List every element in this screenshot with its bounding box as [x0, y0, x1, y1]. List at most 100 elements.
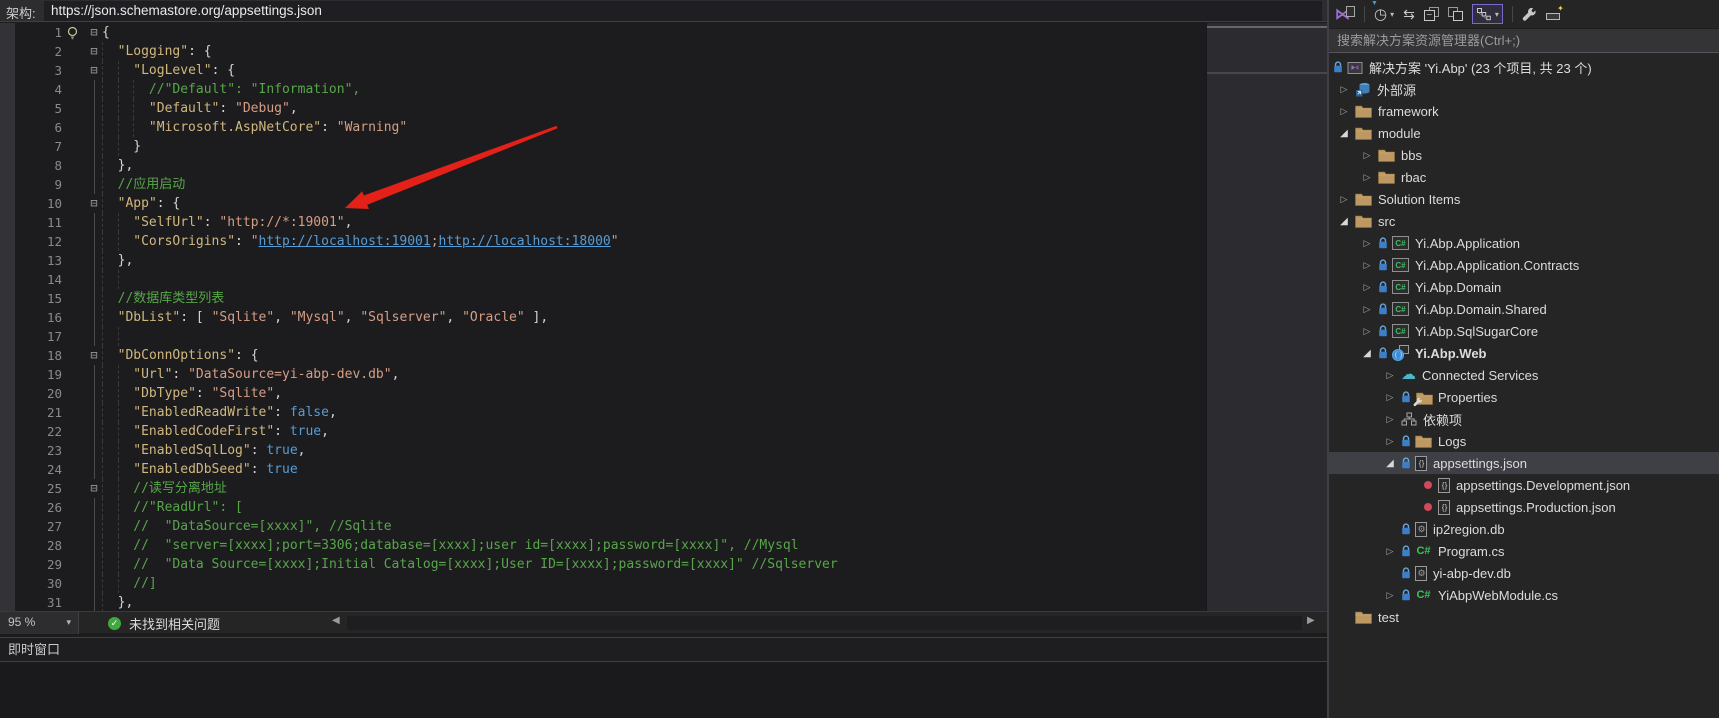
tree-item[interactable]: ▷Logs [1329, 430, 1719, 452]
code-editor[interactable]: 1⊟{2⊟"Logging": {3⊟"LogLevel": {4//"Defa… [0, 23, 1206, 612]
expander-icon[interactable]: ◢ [1337, 128, 1351, 139]
properties-window-icon[interactable]: ✦ [1546, 7, 1564, 21]
code-line[interactable]: 30//] [0, 574, 1206, 593]
code-line[interactable]: 7} [0, 137, 1206, 156]
code-line[interactable]: 6"Microsoft.AspNetCore": "Warning" [0, 118, 1206, 137]
fold-toggle-icon[interactable]: ⊟ [86, 479, 102, 498]
chevron-down-icon[interactable]: ▾ [1390, 10, 1394, 19]
tree-item[interactable]: ▷framework [1329, 100, 1719, 122]
tree-item[interactable]: ▷Properties [1329, 386, 1719, 408]
code-line[interactable]: 17 [0, 327, 1206, 346]
expander-icon[interactable]: ◢ [1360, 348, 1374, 359]
tree-item[interactable]: ▷C#Program.cs [1329, 540, 1719, 562]
expander-icon[interactable]: ▷ [1337, 194, 1351, 205]
code-line[interactable]: 25⊟//读写分离地址 [0, 479, 1206, 498]
pending-changes-filter-icon[interactable]: ◷▼▾ [1374, 5, 1394, 23]
code-line[interactable]: 8}, [0, 156, 1206, 175]
tree-item[interactable]: ▷Solution Items [1329, 188, 1719, 210]
code-line[interactable]: 16"DbList": [ "Sqlite", "Mysql", "Sqlser… [0, 308, 1206, 327]
code-line[interactable]: 3⊟"LogLevel": { [0, 61, 1206, 80]
tree-item[interactable]: ▷外部源 [1329, 78, 1719, 100]
code-line[interactable]: 5"Default": "Debug", [0, 99, 1206, 118]
code-line[interactable]: 10⊟"App": { [0, 194, 1206, 213]
expander-icon[interactable]: ▷ [1360, 282, 1374, 293]
expander-icon[interactable]: ◢ [1337, 216, 1351, 227]
tree-item[interactable]: ◢src [1329, 210, 1719, 232]
expander-icon[interactable]: ▷ [1360, 260, 1374, 271]
tree-item[interactable]: ▷依赖项 [1329, 408, 1719, 430]
expander-icon[interactable]: ▷ [1337, 106, 1351, 117]
code-line[interactable]: 14 [0, 270, 1206, 289]
expander-icon[interactable]: ▷ [1360, 238, 1374, 249]
tree-item[interactable]: ◢{ }appsettings.json [1329, 452, 1719, 474]
expander-icon[interactable]: ▷ [1360, 150, 1374, 161]
fold-toggle-icon[interactable]: ⊟ [86, 346, 102, 365]
code-line[interactable]: 22"EnabledCodeFirst": true, [0, 422, 1206, 441]
tree-item[interactable]: ▷C#Yi.Abp.Domain [1329, 276, 1719, 298]
file-nesting-icon[interactable]: ▾ [1472, 4, 1503, 24]
fold-toggle-icon[interactable]: ⊟ [86, 194, 102, 213]
code-line[interactable]: 15//数据库类型列表 [0, 289, 1206, 308]
expander-icon[interactable]: ▷ [1360, 172, 1374, 183]
tree-item[interactable]: ▷☁Connected Services [1329, 364, 1719, 386]
expander-icon[interactable]: ▷ [1337, 84, 1351, 95]
code-line[interactable]: 19"Url": "DataSource=yi-abp-dev.db", [0, 365, 1206, 384]
tree-item[interactable]: ▷C#Yi.Abp.SqlSugarCore [1329, 320, 1719, 342]
chevron-down-icon[interactable]: ▾ [1495, 10, 1499, 19]
tree-item[interactable]: ▷bbs [1329, 144, 1719, 166]
editor-scrollbar-map[interactable] [1206, 23, 1327, 612]
switch-views-icon[interactable]: ⋈ [1335, 5, 1355, 23]
tree-item[interactable]: ▷C#Yi.Abp.Application [1329, 232, 1719, 254]
preview-selected-items-icon[interactable] [1448, 7, 1463, 21]
code-line[interactable]: 13}, [0, 251, 1206, 270]
code-line[interactable]: 20"DbType": "Sqlite", [0, 384, 1206, 403]
code-line[interactable]: 11"SelfUrl": "http://*:19001", [0, 213, 1206, 232]
scroll-right-arrow-icon[interactable]: ▶ [1307, 615, 1315, 626]
zoom-control[interactable]: 95 % ▾ [0, 612, 79, 634]
tree-item[interactable]: ▷rbac [1329, 166, 1719, 188]
sync-with-active-document-icon[interactable]: ⇆ [1403, 6, 1415, 23]
code-line[interactable]: 9//应用启动 [0, 175, 1206, 194]
expander-icon[interactable]: ▷ [1360, 326, 1374, 337]
expander-icon[interactable]: ▷ [1383, 546, 1397, 557]
expander-icon[interactable]: ▷ [1383, 590, 1397, 601]
code-line[interactable]: 27// "DataSource=[xxxx]", //Sqlite [0, 517, 1206, 536]
code-line[interactable]: 2⊟"Logging": { [0, 42, 1206, 61]
tree-item[interactable]: { }appsettings.Production.json [1329, 496, 1719, 518]
tree-item[interactable]: ⚙ip2region.db [1329, 518, 1719, 540]
tree-item[interactable]: 解决方案 'Yi.Abp' (23 个项目, 共 23 个) [1329, 56, 1719, 78]
code-line[interactable]: 31}, [0, 593, 1206, 612]
scroll-left-arrow-icon[interactable]: ◀ [332, 615, 340, 626]
document-health-indicator[interactable]: ✓ 未找到相关问题 [108, 612, 220, 634]
tree-item[interactable]: ◢Yi.Abp.Web [1329, 342, 1719, 364]
tree-item[interactable]: ▷C#Yi.Abp.Domain.Shared [1329, 298, 1719, 320]
tree-item[interactable]: test [1329, 606, 1719, 628]
schema-combobox[interactable]: https://json.schemastore.org/appsettings… [44, 1, 1322, 21]
code-line[interactable]: 29// "Data Source=[xxxx];Initial Catalog… [0, 555, 1206, 574]
code-line[interactable]: 24"EnabledDbSeed": true [0, 460, 1206, 479]
tree-item[interactable]: ⚙yi-abp-dev.db [1329, 562, 1719, 584]
expander-icon[interactable]: ▷ [1383, 414, 1397, 425]
expander-icon[interactable]: ▷ [1383, 436, 1397, 447]
fold-toggle-icon[interactable]: ⊟ [86, 23, 102, 42]
code-line[interactable]: 26//"ReadUrl": [ [0, 498, 1206, 517]
expander-icon[interactable]: ▷ [1383, 392, 1397, 403]
tree-item[interactable]: ◢module [1329, 122, 1719, 144]
tree-item[interactable]: ▷C#YiAbpWebModule.cs [1329, 584, 1719, 606]
code-line[interactable]: 21"EnabledReadWrite": false, [0, 403, 1206, 422]
expander-icon[interactable]: ▷ [1360, 304, 1374, 315]
fold-toggle-icon[interactable]: ⊟ [86, 42, 102, 61]
code-line[interactable]: 28// "server=[xxxx];port=3306;database=[… [0, 536, 1206, 555]
tree-item[interactable]: { }appsettings.Development.json [1329, 474, 1719, 496]
fold-toggle-icon[interactable]: ⊟ [86, 61, 102, 80]
code-line[interactable]: 23"EnabledSqlLog": true, [0, 441, 1206, 460]
expander-icon[interactable]: ◢ [1383, 458, 1397, 469]
tree-item[interactable]: ▷C#Yi.Abp.Application.Contracts [1329, 254, 1719, 276]
expander-icon[interactable]: ▷ [1383, 370, 1397, 381]
code-line[interactable]: 12"CorsOrigins": "http://localhost:19001… [0, 232, 1206, 251]
search-input[interactable] [1329, 29, 1719, 52]
immediate-window-title[interactable]: 即时窗口 [0, 638, 1327, 662]
horizontal-scrollbar[interactable] [347, 616, 1302, 630]
properties-wrench-icon[interactable] [1522, 7, 1537, 22]
code-line[interactable]: 4//"Default": "Information", [0, 80, 1206, 99]
